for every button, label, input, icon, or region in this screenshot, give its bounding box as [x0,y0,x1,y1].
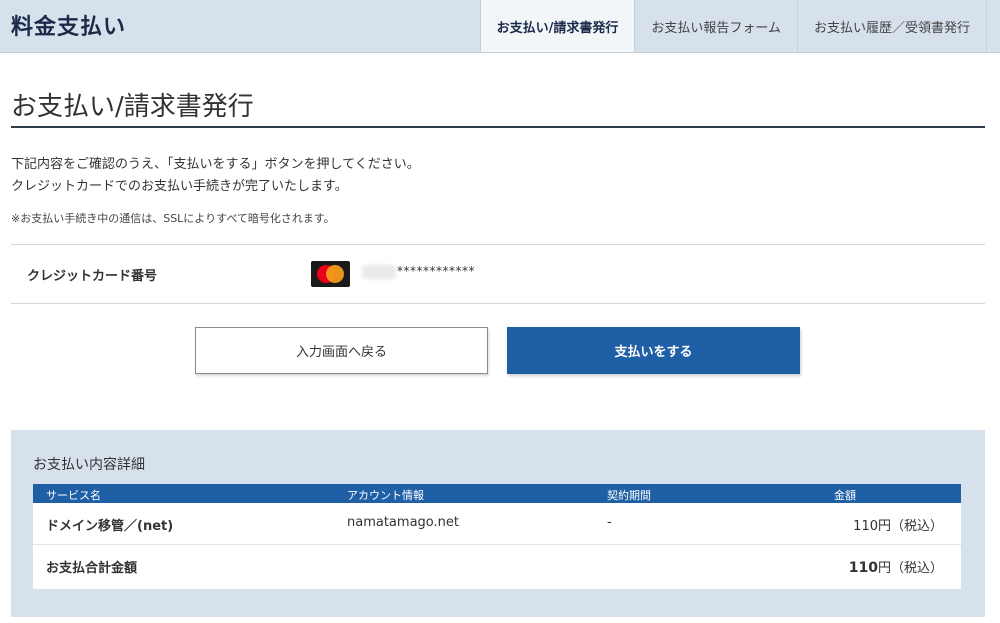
intro-text: 下記内容をご確認のうえ、「支払いをする」ボタンを押してください。 クレジットカー… [11,154,420,198]
card-number-redacted [362,265,396,279]
intro-line-2: クレジットカードでのお支払い手続きが完了いたします。 [11,179,348,194]
column-header-account: アカウント情報 [347,489,424,502]
tab-payment-history[interactable]: お支払い履歴／受領書発行 [796,0,987,52]
tab-payment-report-form[interactable]: お支払い報告フォーム [634,0,797,52]
column-header-period: 契約期間 [607,489,651,502]
total-label: お支払合計金額 [46,561,138,576]
total-row: お支払合計金額 110円（税込） [33,545,961,589]
card-number-masked: ************ [397,264,475,278]
details-title: お支払い内容詳細 [33,457,145,473]
header: 料金支払い お支払い/請求書発行 お支払い報告フォーム お支払い履歴／受領書発行 [0,0,1000,53]
page-title: お支払い/請求書発行 [11,92,254,122]
app-title: 料金支払い [11,15,127,40]
total-amount: 110 [848,560,878,576]
ssl-note: ※お支払い手続き中の通信は、SSLによりすべて暗号化されます。 [11,212,335,225]
credit-card-row: クレジットカード番号 ************ [11,244,985,304]
tab-bar: お支払い/請求書発行 お支払い報告フォーム お支払い履歴／受領書発行 [479,0,987,52]
details-table: サービス名 アカウント情報 契約期間 金額 ドメイン移管／(net) namat… [33,484,961,589]
table-header: サービス名 アカウント情報 契約期間 金額 [33,484,961,503]
pay-button[interactable]: 支払いをする [507,327,800,374]
title-divider [11,126,985,128]
column-header-amount: 金額 [834,489,856,502]
intro-line-1: 下記内容をご確認のうえ、「支払いをする」ボタンを押してください。 [11,157,420,172]
tab-payment-invoice[interactable]: お支払い/請求書発行 [479,0,635,52]
total-amount-group: 110円（税込） [849,557,943,576]
payment-details-panel: お支払い内容詳細 サービス名 アカウント情報 契約期間 金額 ドメイン移管／(n… [11,430,985,617]
table-row: ドメイン移管／(net) namatamago.net - 110円（税込） [33,503,961,545]
amount: 110円（税込） [853,519,943,534]
total-suffix: 円（税込） [877,561,943,576]
back-to-input-button[interactable]: 入力画面へ戻る [195,327,488,374]
credit-card-label: クレジットカード番号 [27,269,158,284]
contract-period: - [607,515,612,530]
mastercard-icon [311,261,350,287]
service-name: ドメイン移管／(net) [46,519,174,534]
column-header-service: サービス名 [46,489,101,502]
account-info: namatamago.net [347,515,459,530]
